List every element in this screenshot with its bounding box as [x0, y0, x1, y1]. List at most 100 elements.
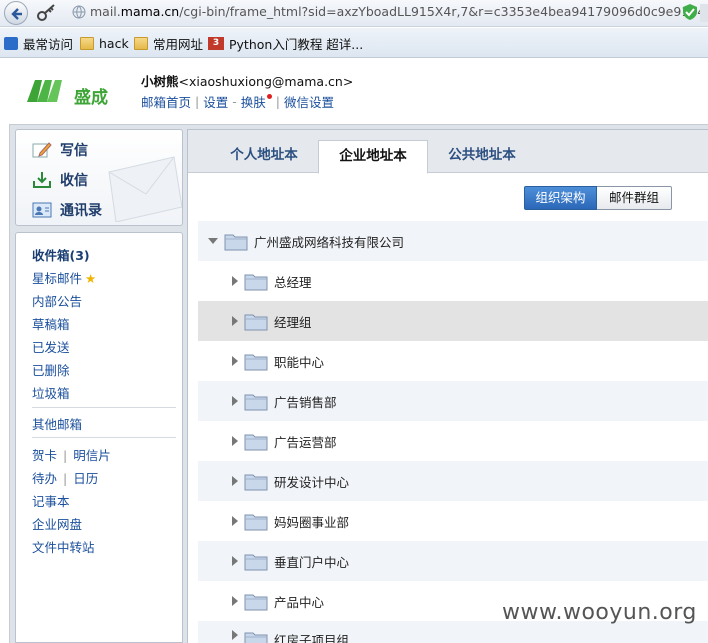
receive-mail-button[interactable]: 收信 — [32, 170, 88, 190]
back-button[interactable] — [4, 1, 28, 25]
folder-icon — [244, 514, 268, 530]
bookmark-common-sites[interactable]: 常用网址 — [134, 35, 203, 52]
netdisk-link[interactable]: 企业网盘 — [32, 514, 82, 533]
folder-icon — [244, 394, 268, 410]
org-structure-toggle[interactable]: 组织架构 — [524, 186, 597, 210]
folder-drafts[interactable]: 草稿箱 — [32, 314, 70, 333]
user-email: <xiaoshuxiong@mama.cn> — [178, 74, 354, 89]
department-label: 广告销售部 — [274, 394, 337, 410]
expand-arrow-icon[interactable] — [232, 356, 238, 366]
mail-groups-toggle[interactable]: 邮件群组 — [597, 186, 672, 210]
bookmark-page-icon — [4, 36, 18, 50]
tab-enterprise-addressbook[interactable]: 企业地址本 — [318, 140, 428, 174]
folder-icon — [244, 314, 268, 330]
tab-public-addressbook[interactable]: 公共地址本 — [426, 140, 538, 173]
folder-junk[interactable]: 垃圾箱 — [32, 383, 70, 402]
address-book-panel: 个人地址本 企业地址本 公共地址本 组织架构 邮件群组 广州盛成网络科技有限公司… — [187, 129, 708, 643]
quick-actions: 写信 收信 通讯录 — [15, 129, 183, 226]
folder-inbox[interactable]: 收件箱(3) — [32, 245, 90, 264]
expand-arrow-icon[interactable] — [232, 516, 238, 526]
contact-card-icon — [32, 202, 52, 218]
envelope-decoration-icon — [108, 156, 182, 222]
tab-personal-addressbook[interactable]: 个人地址本 — [208, 140, 320, 173]
wechat-settings-link[interactable]: 微信设置 — [284, 92, 334, 111]
expand-arrow-icon[interactable] — [232, 476, 238, 486]
expand-arrow-icon[interactable] — [232, 436, 238, 446]
expand-arrow-icon[interactable] — [232, 596, 238, 606]
collapse-arrow-icon[interactable] — [208, 238, 218, 244]
department-row[interactable]: 职能中心 — [198, 341, 708, 381]
bookmark-most-visited[interactable]: 最常访问 — [4, 35, 73, 52]
mailbox-home-link[interactable]: 邮箱首页 — [141, 92, 191, 111]
link-separator: | — [195, 94, 200, 109]
bookmarks-bar: 最常访问 hack 常用网址 3 Python入门教程 超详... — [0, 28, 708, 58]
expand-arrow-icon[interactable] — [232, 556, 238, 566]
security-shield-icon[interactable] — [682, 3, 698, 21]
link-separator: | — [275, 94, 280, 109]
department-label: 研发设计中心 — [274, 474, 350, 490]
expand-arrow-icon[interactable] — [232, 396, 238, 406]
bookmark-python-tutorial[interactable]: 3 Python入门教程 超详... — [208, 35, 363, 52]
todo-links-row: 待办 | 日历 — [32, 468, 98, 487]
greeting-card-link[interactable]: 贺卡 — [32, 448, 57, 463]
user-identity: 小树熊<xiaoshuxiong@mama.cn> — [141, 71, 353, 90]
watermark: www.wooyun.org — [502, 600, 697, 625]
postcard-link[interactable]: 明信片 — [73, 448, 111, 463]
star-icon: ★ — [85, 271, 97, 286]
department-row[interactable]: 经理组 — [198, 301, 708, 341]
department-row[interactable]: 广告销售部 — [198, 381, 708, 421]
department-row[interactable]: 研发设计中心 — [198, 461, 708, 501]
folder-icon — [134, 36, 148, 50]
link-separator: | — [63, 471, 68, 486]
department-label: 广告运营部 — [274, 434, 337, 450]
notification-dot — [266, 94, 272, 99]
change-skin-link[interactable]: 换肤 — [241, 92, 266, 111]
folder-icon — [244, 354, 268, 370]
key-icon[interactable] — [36, 3, 58, 23]
address-book-tabs: 个人地址本 企业地址本 公共地址本 — [188, 130, 708, 174]
todo-link[interactable]: 待办 — [32, 471, 57, 486]
folder-deleted[interactable]: 已删除 — [32, 360, 70, 379]
logo-text: 盛成 — [74, 88, 108, 108]
department-label: 妈妈圈事业部 — [274, 514, 350, 530]
folder-icon — [224, 234, 248, 250]
department-label: 垂直门户中心 — [274, 554, 350, 570]
folder-icon — [244, 474, 268, 490]
department-row[interactable]: 广告运营部 — [198, 421, 708, 461]
pencil-icon — [32, 142, 52, 158]
file-transfer-link[interactable]: 文件中转站 — [32, 537, 95, 556]
browser-address-bar: mail.mama.cn/cgi-bin/frame_html?sid=axzY… — [0, 0, 708, 27]
department-label: 经理组 — [274, 314, 312, 330]
header-links: 邮箱首页 | 设置 - 换肤 | 微信设置 — [141, 92, 334, 111]
folder-sent[interactable]: 已发送 — [32, 337, 70, 356]
link-separator: - — [232, 94, 237, 109]
expand-arrow-icon[interactable] — [232, 316, 238, 326]
logo-icon[interactable] — [24, 75, 70, 105]
notes-link[interactable]: 记事本 — [32, 491, 70, 510]
expand-arrow-icon[interactable] — [232, 630, 238, 640]
globe-icon — [72, 5, 86, 19]
settings-link[interactable]: 设置 — [203, 92, 228, 111]
bookmark-hack[interactable]: hack — [80, 35, 129, 51]
user-name: 小树熊 — [141, 74, 179, 89]
folder-starred[interactable]: 星标邮件 ★ — [32, 268, 96, 287]
folder-icon — [244, 632, 268, 643]
folder-other-mailboxes[interactable]: 其他邮箱 — [32, 414, 82, 433]
calendar-link[interactable]: 日历 — [73, 471, 98, 486]
back-arrow-icon — [11, 8, 22, 20]
folder-notice[interactable]: 内部公告 — [32, 291, 82, 310]
department-label: 职能中心 — [274, 354, 325, 370]
department-label: 红房子项目组 — [274, 633, 350, 643]
department-row[interactable]: 总经理 — [198, 261, 708, 301]
department-label: 总经理 — [274, 274, 312, 290]
inbox-download-icon — [33, 172, 51, 188]
url-field[interactable]: mail.mama.cn/cgi-bin/frame_html?sid=axzY… — [90, 4, 708, 19]
department-row[interactable]: 妈妈圈事业部 — [198, 501, 708, 541]
divider — [32, 437, 176, 438]
department-row[interactable]: 垂直门户中心 — [198, 541, 708, 581]
folder-icon — [244, 274, 268, 290]
org-root-row[interactable]: 广州盛成网络科技有限公司 — [198, 221, 708, 261]
expand-arrow-icon[interactable] — [232, 276, 238, 286]
contacts-button[interactable]: 通讯录 — [32, 200, 102, 220]
write-mail-button[interactable]: 写信 — [32, 140, 88, 160]
